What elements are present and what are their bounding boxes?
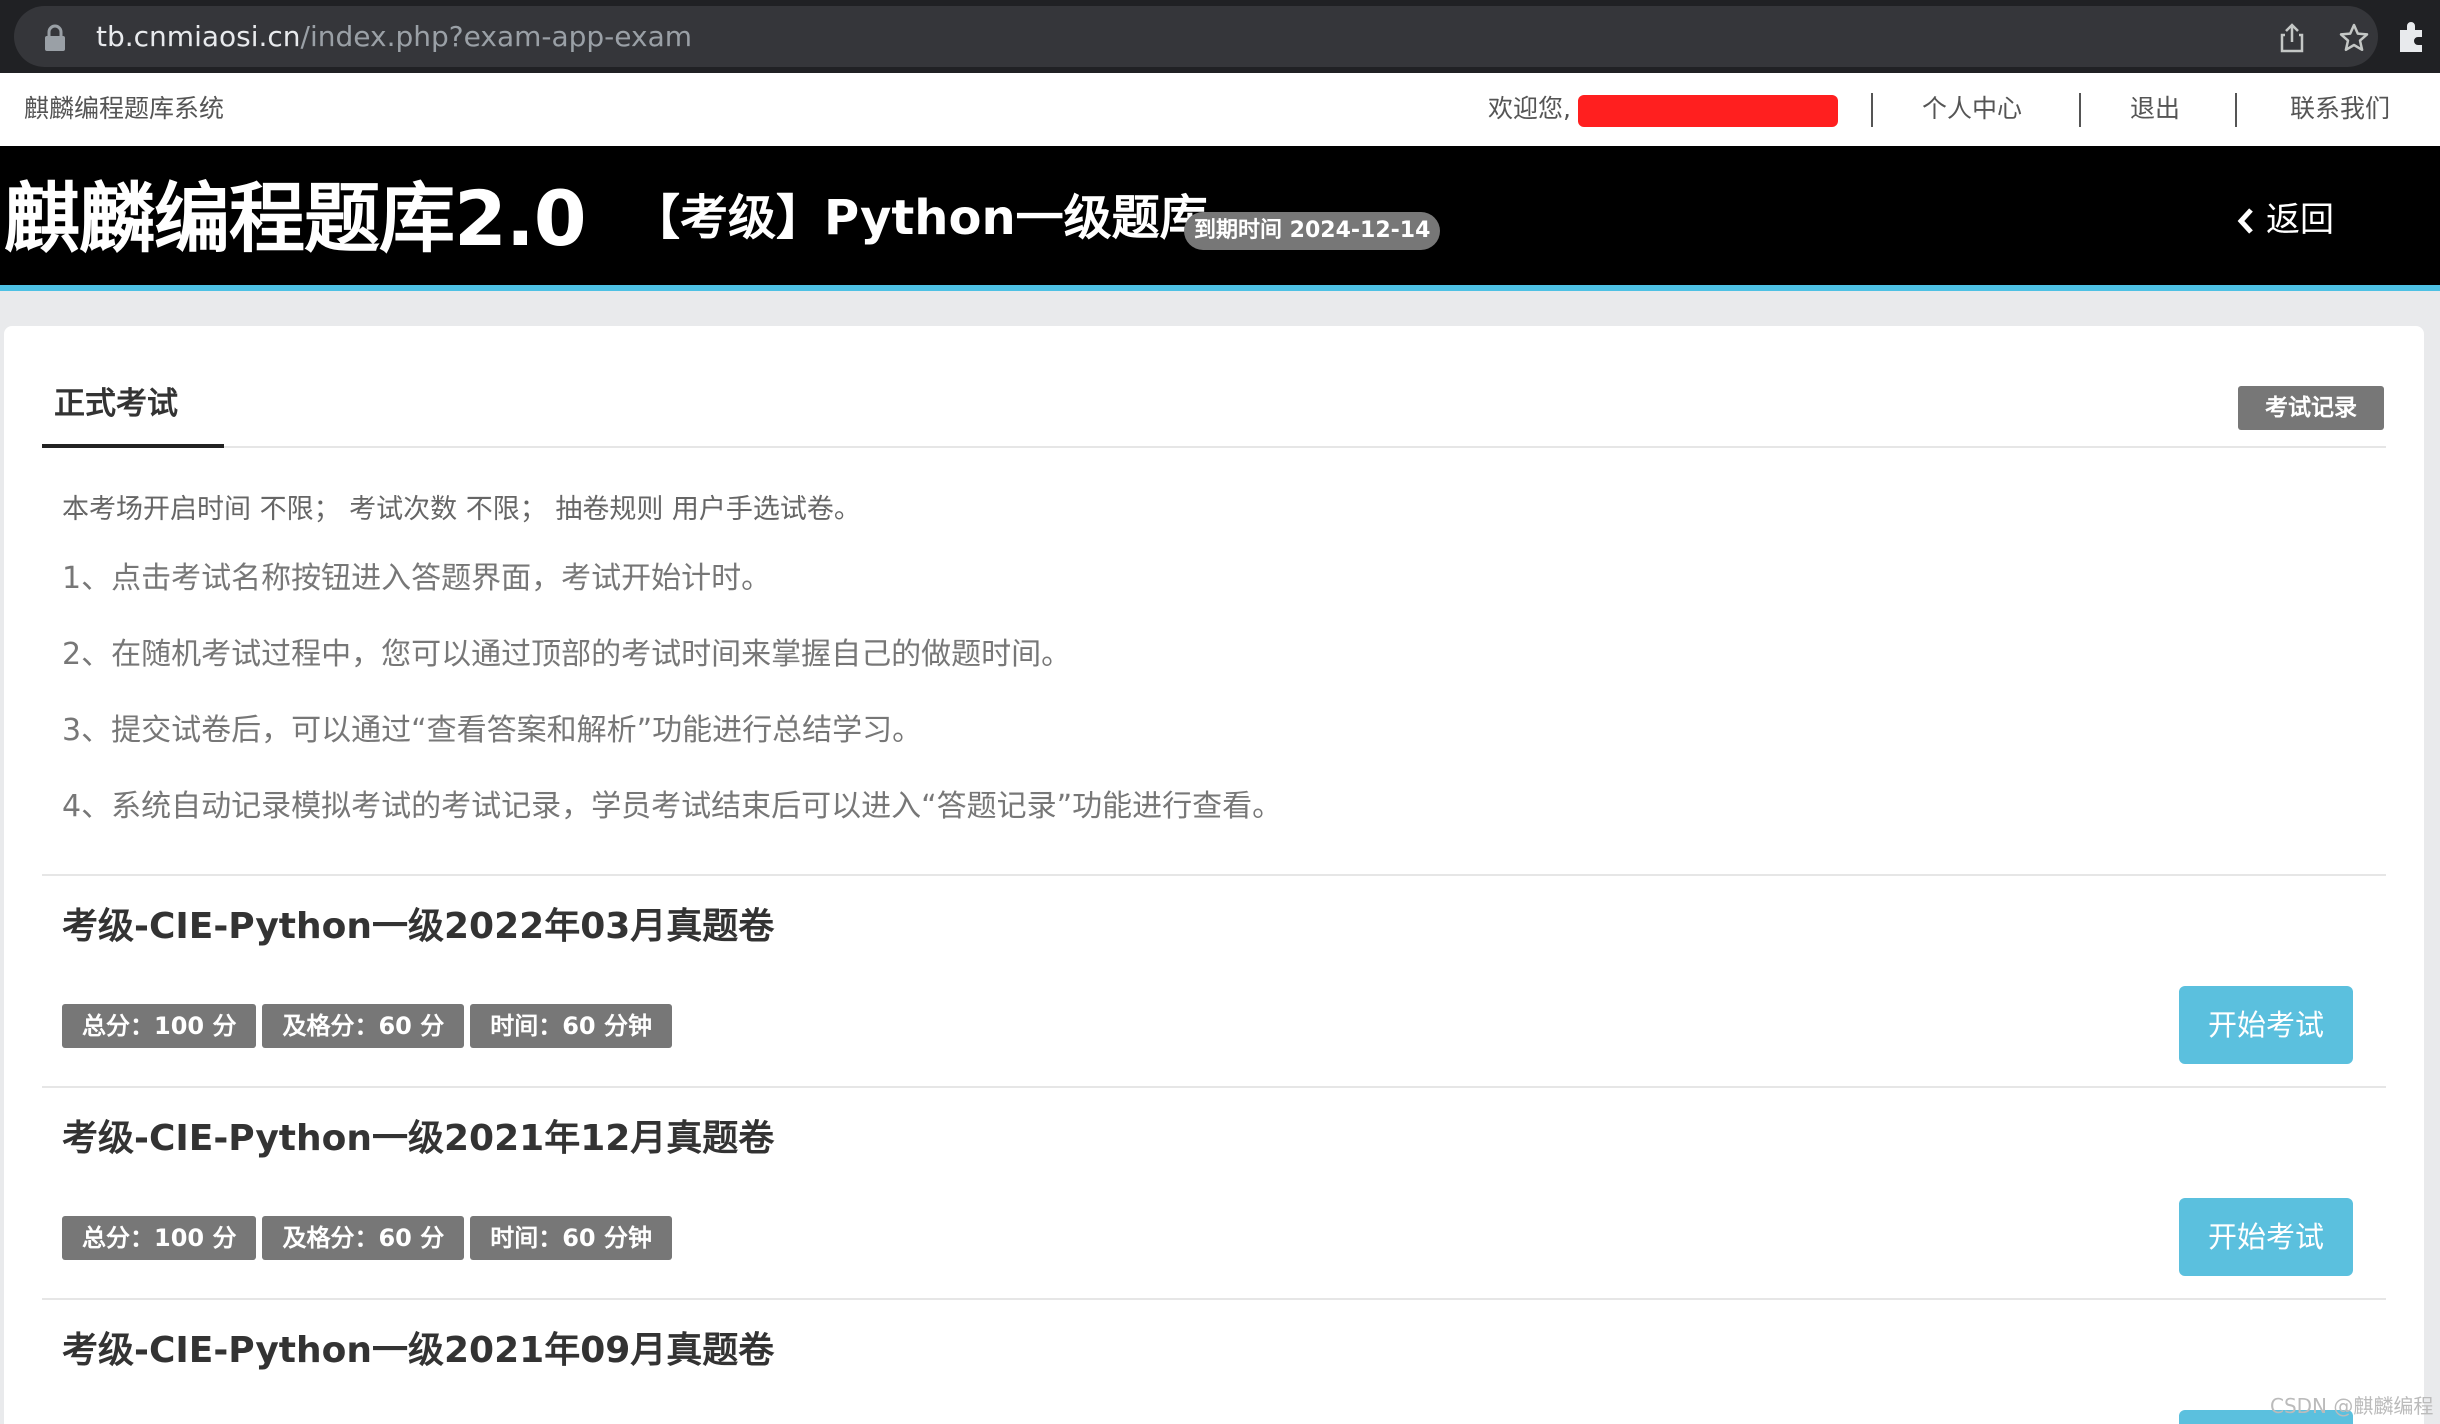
time-tag: 时间：60 分钟 [470, 1216, 672, 1260]
brand-title: 麒麟编程题库2.0 [4, 174, 587, 263]
section-divider [42, 874, 2386, 876]
exam-divider [42, 1298, 2386, 1300]
total-score-tag: 总分：100 分 [62, 1216, 257, 1260]
exam-info: 本考场开启时间 不限； 考试次数 不限； 抽卷规则 用户手选试卷。 [62, 494, 861, 525]
rule-item: 3、提交试卷后，可以通过“查看答案和解析”功能进行总结学习。 [62, 713, 923, 748]
question-bank-title: 【考级】Python一级题库 [632, 190, 1208, 246]
exam-divider [42, 1086, 2386, 1088]
back-button[interactable]: 返回 [2236, 200, 2334, 240]
tab-divider [42, 446, 2386, 448]
url-path: /index.php?exam-app-exam [300, 20, 693, 53]
redacted-username [1578, 95, 1838, 127]
start-exam-button[interactable]: 开始考试 [2179, 986, 2353, 1064]
star-icon[interactable] [2338, 22, 2370, 54]
pass-score-tag: 及格分：60 分 [262, 1216, 465, 1260]
exam-tags: 总分：100 分 及格分：60 分 时间：60 分钟 [62, 1216, 672, 1260]
chevron-left-icon [2237, 208, 2253, 234]
total-score-tag: 总分：100 分 [62, 1004, 257, 1048]
expiry-badge: 到期时间 2024-12-14 [1184, 212, 1441, 250]
active-tab-indicator [42, 444, 224, 448]
page-header: 麒麟编程题库2.0 【考级】Python一级题库 到期时间 2024-12-14… [0, 146, 2440, 291]
welcome-text: 欢迎您, [1488, 94, 1571, 123]
exam-card: 正式考试 考试记录 本考场开启时间 不限； 考试次数 不限； 抽卷规则 用户手选… [4, 326, 2424, 1424]
watermark: CSDN @麒麟编程 [2270, 1394, 2434, 1418]
nav-contact[interactable]: 联系我们 [2290, 91, 2390, 127]
site-name: 麒麟编程题库系统 [24, 94, 225, 123]
rule-item: 2、在随机考试过程中，您可以通过顶部的考试时间来掌握自己的做题时间。 [62, 637, 1072, 672]
exam-title[interactable]: 考级-CIE-Python一级2021年12月真题卷 [62, 1114, 774, 1164]
exam-tags: 总分：100 分 及格分：60 分 时间：60 分钟 [62, 1004, 672, 1048]
nav-personal-center[interactable]: 个人中心 [1922, 91, 2022, 127]
extensions-icon[interactable] [2394, 18, 2430, 54]
url-text: tb.cnmiaosi.cn/index.php?exam-app-exam [96, 20, 692, 54]
rule-item: 4、系统自动记录模拟考试的考试记录，学员考试结束后可以进入“答题记录”功能进行查… [62, 789, 1283, 824]
tab-formal-exam[interactable]: 正式考试 [54, 384, 178, 424]
nav-separator [2235, 93, 2237, 127]
nav-logout[interactable]: 退出 [2130, 91, 2180, 127]
time-tag: 时间：60 分钟 [470, 1004, 672, 1048]
pass-score-tag: 及格分：60 分 [262, 1004, 465, 1048]
exam-title[interactable]: 考级-CIE-Python一级2022年03月真题卷 [62, 902, 774, 952]
site-topbar: 麒麟编程题库系统 欢迎您, 个人中心 退出 联系我们 [0, 73, 2440, 146]
nav-separator [2079, 93, 2081, 127]
back-label: 返回 [2266, 200, 2334, 240]
browser-chrome: tb.cnmiaosi.cn/index.php?exam-app-exam [0, 0, 2440, 73]
share-icon[interactable] [2276, 22, 2308, 54]
address-bar[interactable]: tb.cnmiaosi.cn/index.php?exam-app-exam [14, 6, 2378, 67]
url-host: tb.cnmiaosi.cn [96, 20, 301, 53]
start-exam-button[interactable]: 开始考试 [2179, 1198, 2353, 1276]
nav-separator [1871, 93, 1873, 127]
exam-title[interactable]: 考级-CIE-Python一级2021年09月真题卷 [62, 1326, 774, 1376]
lock-icon [45, 24, 65, 51]
exam-record-button[interactable]: 考试记录 [2238, 386, 2384, 430]
rule-item: 1、点击考试名称按钮进入答题界面，考试开始计时。 [62, 561, 772, 596]
